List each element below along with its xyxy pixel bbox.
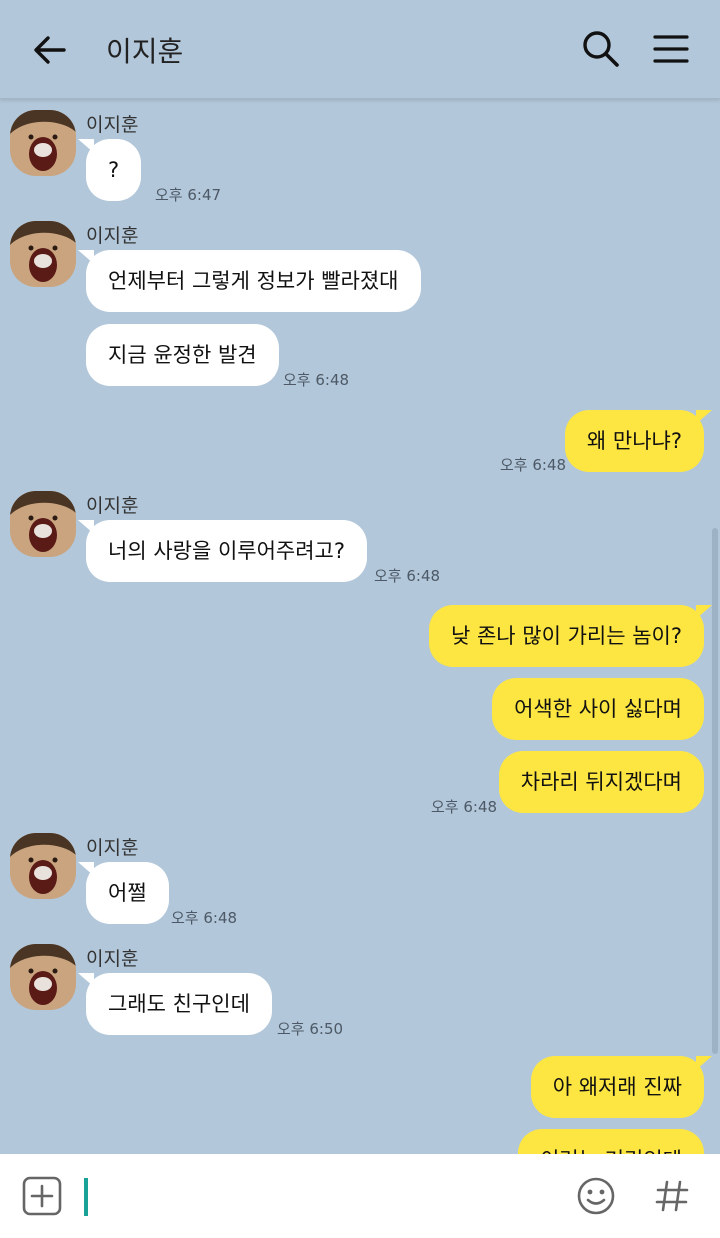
chat-area[interactable]: 이지훈 ? 오후 6:47 이지훈 언제부터 그렇게 정보가 빨라졌대 지금 윤… [0, 98, 720, 1154]
message-bubble-incoming[interactable]: 너의 사랑을 이루어주려고? [77, 520, 368, 582]
search-button[interactable] [578, 26, 624, 72]
message-bubble-outgoing[interactable]: 어색한 사이 싫다며 [492, 678, 704, 740]
avatar[interactable] [10, 110, 76, 176]
plus-square-icon [22, 1176, 62, 1216]
avatar[interactable] [10, 944, 76, 1010]
message-time: 오후 6:48 [500, 456, 567, 474]
chat-header: 이지훈 [0, 0, 720, 99]
message-bubble-outgoing[interactable]: 이러는 거리인데 [518, 1129, 704, 1154]
hashtag-icon [655, 1180, 689, 1212]
message-bubble-incoming[interactable]: ? [77, 139, 142, 201]
hamburger-menu-icon [653, 35, 689, 63]
search-icon [583, 31, 619, 67]
message-bubble-outgoing[interactable]: 차라리 뒤지겠다며 [498, 751, 704, 813]
message-bubble-incoming[interactable]: 그래도 친구인데 [78, 973, 272, 1035]
chat-title: 이지훈 [106, 35, 184, 68]
sender-name: 이지훈 [86, 837, 139, 859]
message-time: 오후 6:48 [431, 798, 498, 816]
message-time: 오후 6:48 [374, 567, 441, 585]
emoji-button[interactable] [574, 1174, 618, 1222]
menu-button[interactable] [648, 26, 694, 72]
message-input-bar [0, 1154, 720, 1238]
message-bubble-outgoing[interactable]: 낮 존나 많이 가리는 놈이? [428, 605, 713, 667]
message-bubble-incoming[interactable]: 언제부터 그렇게 정보가 빨라졌대 [78, 250, 421, 312]
scrollbar[interactable] [712, 528, 718, 1054]
back-button[interactable] [28, 28, 72, 72]
sender-name: 이지훈 [86, 114, 139, 136]
message-time: 오후 6:47 [155, 186, 222, 204]
hashtag-button[interactable] [650, 1174, 694, 1222]
message-bubble-outgoing[interactable]: 아 왜저래 진짜 [530, 1056, 713, 1118]
sender-name: 이지훈 [86, 495, 139, 517]
smiley-icon [577, 1177, 615, 1215]
sender-name: 이지훈 [86, 225, 139, 247]
avatar[interactable] [10, 491, 76, 557]
message-time: 오후 6:48 [283, 371, 350, 389]
avatar[interactable] [10, 833, 76, 899]
avatar[interactable] [10, 221, 76, 287]
message-bubble-incoming[interactable]: 어쩔 [78, 862, 169, 924]
arrow-left-icon [34, 36, 66, 64]
text-cursor [84, 1178, 88, 1216]
message-time: 오후 6:48 [171, 909, 238, 927]
message-input[interactable] [96, 1168, 560, 1226]
message-time: 오후 6:50 [277, 1020, 344, 1038]
attach-button[interactable] [22, 1176, 62, 1220]
sender-name: 이지훈 [86, 948, 139, 970]
message-bubble-outgoing[interactable]: 왜 만나냐? [564, 410, 713, 472]
message-bubble-incoming[interactable]: 지금 윤정한 발견 [86, 324, 279, 386]
